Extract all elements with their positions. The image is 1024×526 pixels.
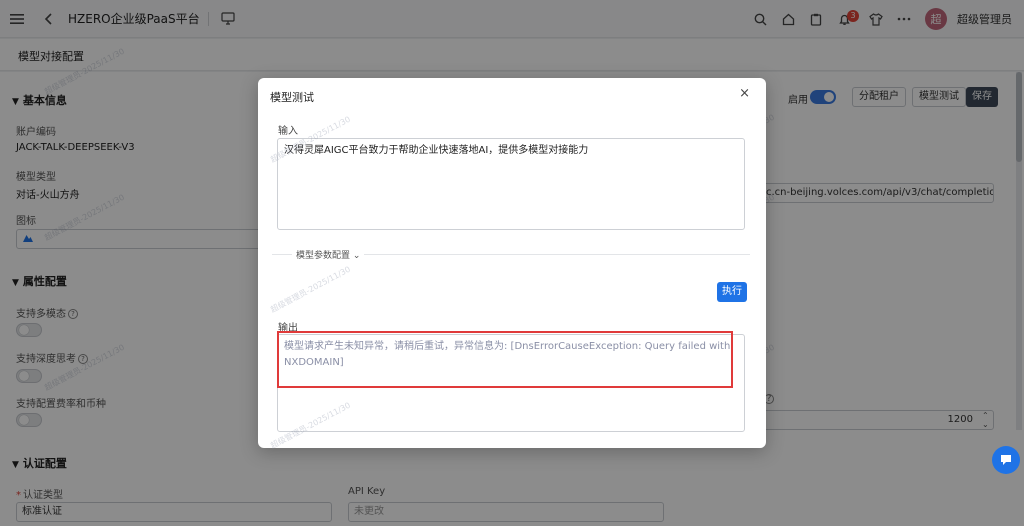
input-textarea[interactable]: 汉得灵犀AIGC平台致力于帮助企业快速落地AI，提供多模型对接能力 [277, 138, 745, 230]
dialog-title: 模型测试 [270, 91, 314, 104]
assistant-float-button[interactable] [992, 446, 1020, 474]
close-icon[interactable]: × [739, 86, 750, 101]
watermark: 超级管理员-2025/11/30 [269, 264, 352, 315]
run-button[interactable]: 执行 [717, 282, 747, 302]
highlight-box [277, 331, 733, 388]
model-params-toggle[interactable]: 模型参数配置 ⌄ [292, 248, 365, 261]
model-test-dialog: 模型测试 × 输入 汉得灵犀AIGC平台致力于帮助企业快速落地AI，提供多模型对… [258, 78, 766, 450]
input-label: 输入 [278, 126, 298, 137]
chevron-down-icon: ⌄ [352, 251, 361, 261]
chat-icon [1001, 455, 1011, 465]
